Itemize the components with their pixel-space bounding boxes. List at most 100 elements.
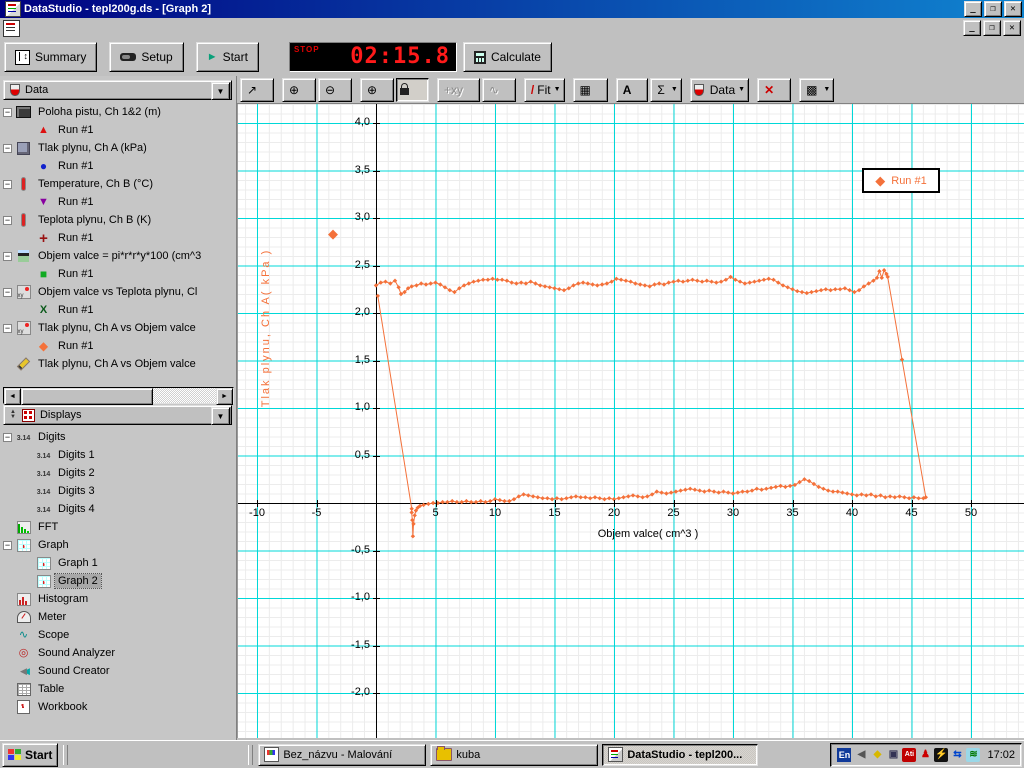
display-tree-row[interactable]: − Digits 2	[0, 464, 236, 482]
display-tree-row[interactable]: − Meter	[0, 608, 236, 626]
task-button[interactable]: Bez_názvu - Malování	[258, 743, 427, 766]
child-minimize-button[interactable]: _	[963, 20, 981, 36]
data-tree-row[interactable]: − Run #1	[0, 229, 236, 247]
dropdown-caret-icon[interactable]: ▼	[554, 86, 561, 93]
graph-toolbar-button[interactable]: / Fit ▼	[523, 77, 565, 102]
menu-item[interactable]	[52, 26, 66, 30]
display-tree-row[interactable]: − Graph 2	[0, 572, 236, 590]
display-tree-row[interactable]: − Sound Analyzer	[0, 644, 236, 662]
expand-collapse-icon[interactable]: −	[3, 107, 12, 117]
display-tree-row[interactable]: − Graph 1	[0, 554, 236, 572]
graph-toolbar-button[interactable]: Σ ▼	[650, 77, 682, 102]
data-panel-header[interactable]: Data ▼	[3, 80, 232, 100]
display-tree-row[interactable]: − Digits 3	[0, 482, 236, 500]
taskbar-clock[interactable]: 17:02	[987, 749, 1015, 761]
child-restore-button[interactable]: ❐	[983, 20, 1001, 36]
summary-button[interactable]: Summary	[4, 42, 98, 72]
scheduler-icon[interactable]: ▣	[886, 747, 901, 762]
ati-icon[interactable]: Ati	[902, 747, 917, 762]
expand-collapse-icon[interactable]: −	[3, 432, 12, 442]
calculate-button[interactable]: Calculate	[462, 42, 552, 72]
blue-arrows-icon[interactable]: ⇆	[950, 747, 965, 762]
dropdown-caret-icon[interactable]: ▼	[823, 86, 830, 93]
menu-item[interactable]	[80, 26, 94, 30]
graph-toolbar-button[interactable]: +xy ▼	[436, 77, 480, 102]
data-tree-row[interactable]: − Temperature, Ch B (°C)	[0, 175, 236, 193]
legend[interactable]: ◆ Run #1	[862, 168, 940, 193]
start-menu-button[interactable]: Start	[2, 742, 59, 767]
menu-item[interactable]	[38, 26, 52, 30]
graph-toolbar-button[interactable]: ▦ ▼	[572, 77, 608, 102]
yellow-diamond-icon[interactable]: ◆	[870, 747, 885, 762]
close-button[interactable]: ✕	[1004, 1, 1022, 17]
task-button[interactable]: kuba	[430, 743, 599, 766]
red-figure-icon[interactable]: ♟	[918, 747, 933, 762]
data-tree-row[interactable]: − Objem valce = pi*r*r*y*100 (cm^3	[0, 247, 236, 265]
dropdown-caret-icon[interactable]: ▼	[738, 86, 745, 93]
data-tree-row[interactable]: − Run #1	[0, 121, 236, 139]
data-tree-row[interactable]: − Objem valce vs Teplota plynu, Cl	[0, 283, 236, 301]
expand-collapse-icon[interactable]: −	[3, 323, 12, 333]
graph-toolbar-button[interactable]: ⊕ ▼	[282, 77, 316, 102]
data-tree-row[interactable]: − Run #1	[0, 157, 236, 175]
volume-icon[interactable]: ◀	[854, 747, 869, 762]
minimize-button[interactable]: _	[964, 1, 982, 17]
scrollbar-thumb[interactable]	[21, 388, 153, 405]
data-tree-row[interactable]: − Poloha pistu, Ch 1&2 (m)	[0, 103, 236, 121]
restore-button[interactable]: ❐	[984, 1, 1002, 17]
graph-toolbar-button[interactable]: ✕ ▼	[757, 77, 792, 102]
graph-toolbar-button[interactable]: A ▼	[615, 77, 649, 102]
display-tree-row[interactable]: − Digits 1	[0, 446, 236, 464]
graph-toolbar-button[interactable]: Data ▼	[689, 77, 750, 102]
scroll-right-arrow[interactable]: ►	[216, 388, 233, 405]
display-tree-row[interactable]: − Digits	[0, 428, 236, 446]
data-panel-dropdown[interactable]: ▼	[211, 82, 230, 100]
data-tree-row[interactable]: − Teplota plynu, Ch B (K)	[0, 211, 236, 229]
graph-toolbar-button[interactable]: ∿ ▼	[481, 77, 516, 102]
graph-toolbar-button[interactable]: ▩ ▼	[799, 77, 835, 102]
display-tree-row[interactable]: − Graph	[0, 536, 236, 554]
data-tree-row[interactable]: − Run #1	[0, 193, 236, 211]
y-axis-label[interactable]: Tlak plynu, Ch A( kPa )	[260, 178, 272, 478]
graph-toolbar-button[interactable]: ⊕ ▼	[360, 77, 394, 102]
task-button[interactable]: DataStudio - tepl200...	[602, 743, 759, 766]
data-tree-row[interactable]: − Run #1	[0, 265, 236, 283]
dropdown-caret-icon[interactable]: ▼	[671, 86, 678, 93]
expand-collapse-icon[interactable]: −	[3, 251, 12, 261]
display-tree-row[interactable]: − Sound Creator	[0, 662, 236, 680]
data-tree-row[interactable]: − Run #1	[0, 337, 236, 355]
x-axis-label[interactable]: Objem valce( cm^3 )	[538, 528, 758, 540]
data-tree-hscrollbar[interactable]: ◄ ►	[3, 387, 234, 405]
panel-splitter-icon[interactable]: ▲ ▼	[10, 409, 16, 420]
keyboard-language-indicator[interactable]: En	[837, 747, 852, 762]
data-tree-row[interactable]: − Run #1	[0, 301, 236, 319]
display-tree-row[interactable]: − Workbook	[0, 698, 236, 716]
graph-toolbar-button[interactable]: ⊖ ▼	[318, 77, 352, 102]
display-tree-row[interactable]: − Digits 4	[0, 500, 236, 518]
displays-panel-header[interactable]: ▲ ▼ Displays ▼	[3, 405, 232, 425]
expand-collapse-icon[interactable]: −	[3, 287, 12, 297]
child-window-icon[interactable]	[3, 19, 20, 37]
expand-collapse-icon[interactable]: −	[3, 179, 12, 189]
start-button[interactable]: ► Start	[195, 42, 259, 72]
expand-collapse-icon[interactable]: −	[3, 215, 12, 225]
powerstrip-icon[interactable]: ⚡	[934, 747, 949, 762]
series-markers[interactable]	[373, 268, 928, 539]
menu-item[interactable]	[24, 26, 38, 30]
display-tree-row[interactable]: − Table	[0, 680, 236, 698]
graph-toolbar-button[interactable]: ▼	[396, 77, 429, 102]
display-tree-row[interactable]: − Histogram	[0, 590, 236, 608]
expand-collapse-icon[interactable]: −	[3, 143, 12, 153]
data-tree-row[interactable]: − Tlak plynu, Ch A vs Objem valce	[0, 319, 236, 337]
graph-toolbar-button[interactable]: ↗ ▼	[240, 77, 274, 102]
scroll-left-arrow[interactable]: ◄	[4, 388, 21, 405]
menu-item[interactable]	[94, 26, 108, 30]
data-tree-row[interactable]: − Tlak plynu, Ch A (kPa)	[0, 139, 236, 157]
expand-collapse-icon[interactable]: −	[3, 540, 12, 550]
green-wave-icon[interactable]: ≋	[966, 747, 981, 762]
setup-button[interactable]: Setup	[109, 42, 184, 72]
menu-item[interactable]	[66, 26, 80, 30]
display-tree-row[interactable]: − Scope	[0, 626, 236, 644]
display-tree-row[interactable]: − FFT	[0, 518, 236, 536]
data-tree-row[interactable]: − Tlak plynu, Ch A vs Objem valce	[0, 355, 236, 373]
